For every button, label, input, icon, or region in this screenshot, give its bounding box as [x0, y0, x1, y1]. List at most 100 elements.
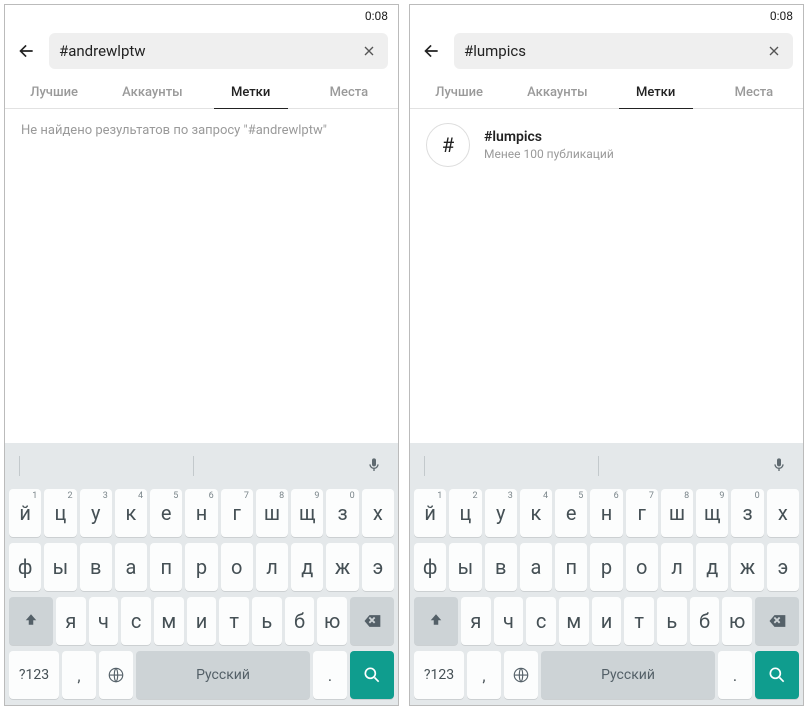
key-ж[interactable]: ж	[326, 543, 358, 591]
key-ы[interactable]: ы	[449, 543, 481, 591]
key-г[interactable]: 7г	[221, 489, 253, 537]
key-hint: 7	[649, 491, 654, 501]
key-в[interactable]: в	[80, 543, 112, 591]
key-н[interactable]: 6н	[185, 489, 217, 537]
mic-button[interactable]	[771, 457, 789, 475]
key-щ[interactable]: 9щ	[696, 489, 728, 537]
key-о[interactable]: о	[221, 543, 253, 591]
key-в[interactable]: в	[485, 543, 517, 591]
key-й[interactable]: 1й	[414, 489, 446, 537]
tab-places[interactable]: Места	[300, 75, 398, 108]
key-м[interactable]: м	[559, 597, 589, 645]
tab-places[interactable]: Места	[705, 75, 803, 108]
result-item[interactable]: # #lumpics Менее 100 публикаций	[426, 123, 787, 167]
backspace-key[interactable]	[755, 597, 799, 645]
space-key[interactable]: Русский	[541, 651, 715, 699]
key-ы[interactable]: ы	[44, 543, 76, 591]
key-ь[interactable]: ь	[657, 597, 687, 645]
key-к[interactable]: 4к	[520, 489, 552, 537]
key-к[interactable]: 4к	[115, 489, 147, 537]
key-ф[interactable]: ф	[414, 543, 446, 591]
mic-icon	[366, 457, 382, 473]
key-б[interactable]: б	[285, 597, 315, 645]
key-е[interactable]: 5е	[555, 489, 587, 537]
key-я[interactable]: я	[56, 597, 86, 645]
key-х[interactable]: х	[767, 489, 799, 537]
key-л[interactable]: л	[256, 543, 288, 591]
space-key[interactable]: Русский	[136, 651, 310, 699]
key-ч[interactable]: ч	[494, 597, 524, 645]
clear-button[interactable]	[360, 42, 378, 60]
key-а[interactable]: а	[115, 543, 147, 591]
key-м[interactable]: м	[154, 597, 184, 645]
key-ю[interactable]: ю	[722, 597, 752, 645]
key-д[interactable]: д	[291, 543, 323, 591]
key-т[interactable]: т	[624, 597, 654, 645]
shift-key[interactable]	[9, 597, 53, 645]
key-з[interactable]: 0з	[731, 489, 763, 537]
key-а[interactable]: а	[520, 543, 552, 591]
key-п[interactable]: п	[150, 543, 182, 591]
key-й[interactable]: 1й	[9, 489, 41, 537]
language-key[interactable]	[504, 651, 538, 699]
tab-tags[interactable]: Метки	[202, 75, 300, 108]
key-ц[interactable]: 2ц	[44, 489, 76, 537]
key-р[interactable]: р	[590, 543, 622, 591]
search-key[interactable]	[755, 651, 799, 699]
key-т[interactable]: т	[219, 597, 249, 645]
shift-icon	[427, 612, 445, 630]
comma-key[interactable]: ,	[467, 651, 501, 699]
backspace-key[interactable]	[350, 597, 394, 645]
comma-key[interactable]: ,	[62, 651, 96, 699]
key-э[interactable]: э	[767, 543, 799, 591]
numbers-key[interactable]: ?123	[9, 651, 59, 699]
key-щ[interactable]: 9щ	[291, 489, 323, 537]
clear-button[interactable]	[765, 42, 783, 60]
key-у[interactable]: 3у	[485, 489, 517, 537]
key-и[interactable]: и	[592, 597, 622, 645]
key-и[interactable]: и	[187, 597, 217, 645]
search-input[interactable]: #lumpics	[454, 33, 793, 69]
key-д[interactable]: д	[696, 543, 728, 591]
period-key[interactable]: .	[313, 651, 347, 699]
key-ь[interactable]: ь	[252, 597, 282, 645]
tab-accounts[interactable]: Аккаунты	[508, 75, 606, 108]
key-н[interactable]: 6н	[590, 489, 622, 537]
key-г[interactable]: 7г	[626, 489, 658, 537]
tab-tags[interactable]: Метки	[607, 75, 705, 108]
key-х[interactable]: х	[362, 489, 394, 537]
mic-button[interactable]	[366, 457, 384, 475]
key-п[interactable]: п	[555, 543, 587, 591]
numbers-key[interactable]: ?123	[414, 651, 464, 699]
key-ж[interactable]: ж	[731, 543, 763, 591]
key-ш[interactable]: 8ш	[661, 489, 693, 537]
key-е[interactable]: 5е	[150, 489, 182, 537]
tab-accounts[interactable]: Аккаунты	[103, 75, 201, 108]
search-key[interactable]	[350, 651, 394, 699]
key-ю[interactable]: ю	[317, 597, 347, 645]
key-с[interactable]: с	[526, 597, 556, 645]
hashtag-icon: #	[426, 123, 470, 167]
shift-key[interactable]	[414, 597, 458, 645]
key-с[interactable]: с	[121, 597, 151, 645]
language-key[interactable]	[99, 651, 133, 699]
back-button[interactable]	[15, 40, 37, 62]
key-я[interactable]: я	[461, 597, 491, 645]
key-о[interactable]: о	[626, 543, 658, 591]
key-ч[interactable]: ч	[89, 597, 119, 645]
tab-top[interactable]: Лучшие	[410, 75, 508, 108]
key-ф[interactable]: ф	[9, 543, 41, 591]
back-button[interactable]	[420, 40, 442, 62]
key-ш[interactable]: 8ш	[256, 489, 288, 537]
suggestion-divider	[424, 456, 425, 476]
tab-top[interactable]: Лучшие	[5, 75, 103, 108]
period-key[interactable]: .	[718, 651, 752, 699]
key-з[interactable]: 0з	[326, 489, 358, 537]
key-б[interactable]: б	[690, 597, 720, 645]
key-р[interactable]: р	[185, 543, 217, 591]
key-у[interactable]: 3у	[80, 489, 112, 537]
search-input[interactable]: #andrewlptw	[49, 33, 388, 69]
key-э[interactable]: э	[362, 543, 394, 591]
key-л[interactable]: л	[661, 543, 693, 591]
key-ц[interactable]: 2ц	[449, 489, 481, 537]
